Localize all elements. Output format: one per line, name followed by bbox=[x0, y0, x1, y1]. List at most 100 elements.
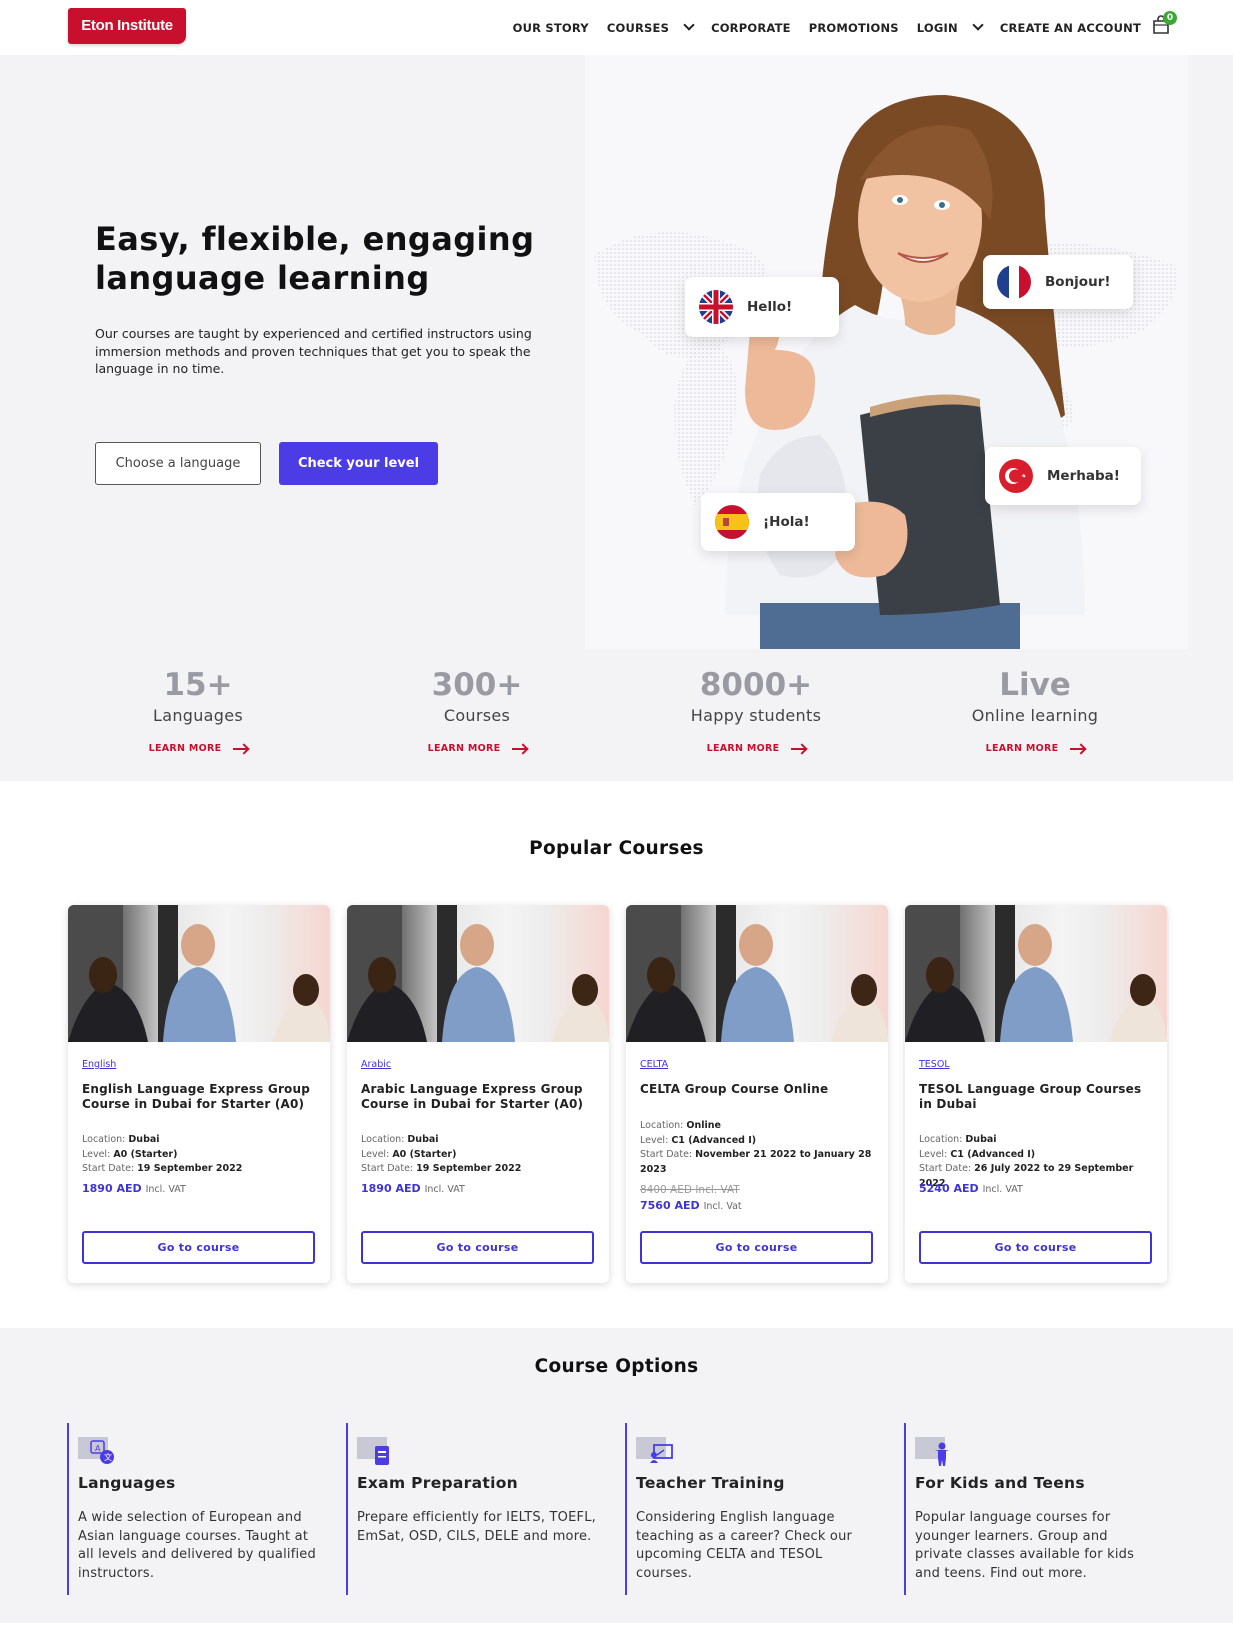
eton-logo[interactable]: Eton Institute bbox=[68, 8, 186, 44]
hero-title: Easy, flexible, engaging language learni… bbox=[95, 220, 535, 297]
meta-value: Dubai bbox=[965, 1134, 997, 1145]
course-card: Arabic Arabic Language Express Group Cou… bbox=[347, 905, 609, 1283]
go-to-course-button[interactable]: Go to course bbox=[361, 1231, 594, 1264]
option-text: Considering English language teaching as… bbox=[636, 1510, 853, 1581]
site-header: Eton Institute OUR STORY COURSES CORPORA… bbox=[0, 0, 1233, 55]
popular-courses-title: Popular Courses bbox=[529, 838, 704, 859]
course-level: Level: C1 (Advanced I) bbox=[640, 1134, 880, 1149]
option-text: Popular language courses for younger lea… bbox=[915, 1510, 1135, 1581]
course-price: 1890 AED Incl. VAT bbox=[82, 1182, 186, 1195]
option-text: Prepare efficiently for IELTS, TOEFL, Em… bbox=[357, 1510, 596, 1544]
stat-value: Live bbox=[999, 667, 1071, 703]
svg-text:文: 文 bbox=[104, 1452, 112, 1462]
learn-more-label: LEARN MORE bbox=[427, 743, 501, 754]
course-title[interactable]: CELTA Group Course Online bbox=[640, 1082, 876, 1097]
stat-label: Online learning bbox=[971, 706, 1099, 725]
stat-students: 8000+ Happy students LEARN MORE bbox=[641, 667, 871, 755]
meta-value: A0 (Starter) bbox=[113, 1148, 178, 1160]
learn-more-link[interactable]: LEARN MORE bbox=[428, 743, 527, 754]
meta-value: Dubai bbox=[128, 1134, 160, 1145]
nav-label: CREATE AN ACCOUNT bbox=[999, 20, 1141, 35]
nav-label: OUR STORY bbox=[512, 20, 589, 35]
course-start-date: Start Date: November 21 2022 to January … bbox=[640, 1148, 880, 1177]
course-category-link[interactable]: English bbox=[82, 1059, 116, 1070]
price-value: 7560 AED bbox=[640, 1199, 700, 1212]
arrow-right-icon bbox=[233, 747, 248, 750]
nav-label: COURSES bbox=[606, 20, 670, 35]
course-level: Level: A0 (Starter) bbox=[82, 1148, 322, 1163]
course-price: 1890 AED Incl. VAT bbox=[361, 1182, 465, 1195]
meta-label: Start Date: bbox=[919, 1163, 972, 1174]
meta-label: Start Date: bbox=[361, 1163, 414, 1174]
meta-value: 19 September 2022 bbox=[137, 1163, 243, 1174]
stat-label: Languages bbox=[153, 706, 243, 725]
option-text: A wide selection of European and Asian l… bbox=[78, 1510, 316, 1581]
course-category-link[interactable]: CELTA bbox=[640, 1059, 668, 1070]
course-category-link[interactable]: Arabic bbox=[361, 1059, 391, 1070]
exam-book-icon bbox=[357, 1433, 395, 1467]
meta-label: Start Date: bbox=[82, 1163, 135, 1174]
option-teacher-training[interactable]: Teacher Training Considering English lan… bbox=[625, 1423, 875, 1595]
go-to-course-button[interactable]: Go to course bbox=[640, 1231, 873, 1264]
course-level: Level: A0 (Starter) bbox=[361, 1148, 601, 1163]
vat-label: Incl. Vat bbox=[703, 1201, 742, 1212]
course-level: Level: C1 (Advanced I) bbox=[919, 1148, 1159, 1163]
main-nav: OUR STORY COURSES CORPORATE PROMOTIONS L… bbox=[513, 0, 1141, 55]
course-category-link[interactable]: TESOL bbox=[919, 1059, 950, 1070]
meta-label: Level: bbox=[361, 1148, 390, 1160]
option-title: Languages bbox=[78, 1474, 176, 1492]
course-card: TESOL TESOL Language Group Courses in Du… bbox=[905, 905, 1167, 1283]
teacher-board-icon bbox=[636, 1433, 674, 1467]
meta-label: Level: bbox=[919, 1148, 948, 1160]
course-card: English English Language Express Group C… bbox=[68, 905, 330, 1283]
chevron-down-icon bbox=[683, 19, 695, 31]
nav-our-story[interactable]: OUR STORY bbox=[513, 21, 589, 35]
learn-more-link[interactable]: LEARN MORE bbox=[707, 743, 806, 754]
check-level-button[interactable]: Check your level bbox=[279, 442, 438, 485]
hero-illustration bbox=[595, 95, 1177, 649]
greeting-text: Bonjour! bbox=[1045, 274, 1111, 290]
nav-login[interactable]: LOGIN bbox=[917, 19, 984, 35]
nav-label: PROMOTIONS bbox=[808, 20, 899, 35]
option-exam-preparation[interactable]: Exam Preparation Prepare efficiently for… bbox=[346, 1423, 596, 1595]
course-title[interactable]: English Language Express Group Course in… bbox=[82, 1082, 318, 1112]
go-to-course-button[interactable]: Go to course bbox=[919, 1231, 1152, 1264]
option-languages[interactable]: A文 Languages A wide selection of Europea… bbox=[67, 1423, 317, 1595]
course-location: Location: Dubai bbox=[919, 1133, 1159, 1148]
course-image bbox=[626, 905, 888, 1042]
learn-more-link[interactable]: LEARN MORE bbox=[149, 743, 248, 754]
greeting-bubble-english: Hello! bbox=[685, 277, 839, 337]
course-location: Location: Dubai bbox=[82, 1133, 322, 1148]
course-meta: Location: Dubai Level: A0 (Starter) Star… bbox=[82, 1133, 322, 1177]
turkey-flag-icon bbox=[999, 459, 1033, 493]
course-meta: Location: Dubai Level: A0 (Starter) Star… bbox=[361, 1133, 601, 1177]
meta-value: Dubai bbox=[407, 1134, 439, 1145]
greeting-text: ¡Hola! bbox=[763, 514, 810, 530]
course-location: Location: Online bbox=[640, 1119, 880, 1134]
nav-courses[interactable]: COURSES bbox=[606, 19, 695, 35]
meta-value: C1 (Advanced I) bbox=[950, 1148, 1036, 1160]
course-title[interactable]: TESOL Language Group Courses in Dubai bbox=[919, 1082, 1155, 1112]
vat-label: Incl. VAT bbox=[145, 1184, 186, 1195]
greeting-text: Hello! bbox=[747, 299, 793, 315]
course-old-price: 8400 AED Incl. VAT bbox=[640, 1184, 740, 1196]
course-start-date: Start Date: 19 September 2022 bbox=[361, 1162, 601, 1177]
stat-label: Happy students bbox=[690, 706, 822, 725]
uk-flag-icon bbox=[699, 290, 733, 324]
nav-corporate[interactable]: CORPORATE bbox=[711, 21, 791, 35]
learn-more-link[interactable]: LEARN MORE bbox=[986, 743, 1085, 754]
nav-promotions[interactable]: PROMOTIONS bbox=[809, 21, 899, 35]
choose-language-button[interactable]: Choose a language bbox=[95, 442, 261, 485]
course-title[interactable]: Arabic Language Express Group Course in … bbox=[361, 1082, 597, 1112]
course-options-title: Course Options bbox=[534, 1356, 699, 1377]
child-icon bbox=[915, 1433, 953, 1467]
meta-value: C1 (Advanced I) bbox=[671, 1134, 757, 1146]
course-meta: Location: Online Level: C1 (Advanced I) … bbox=[640, 1119, 880, 1177]
vat-label: Incl. VAT bbox=[982, 1184, 1023, 1195]
option-kids-teens[interactable]: For Kids and Teens Popular language cour… bbox=[904, 1423, 1154, 1595]
cart-count-badge: 0 bbox=[1163, 11, 1177, 25]
go-to-course-button[interactable]: Go to course bbox=[82, 1231, 315, 1264]
old-vat-label: Incl. VAT bbox=[695, 1184, 740, 1196]
course-image bbox=[68, 905, 330, 1042]
nav-create-account[interactable]: CREATE AN ACCOUNT bbox=[1000, 21, 1141, 35]
